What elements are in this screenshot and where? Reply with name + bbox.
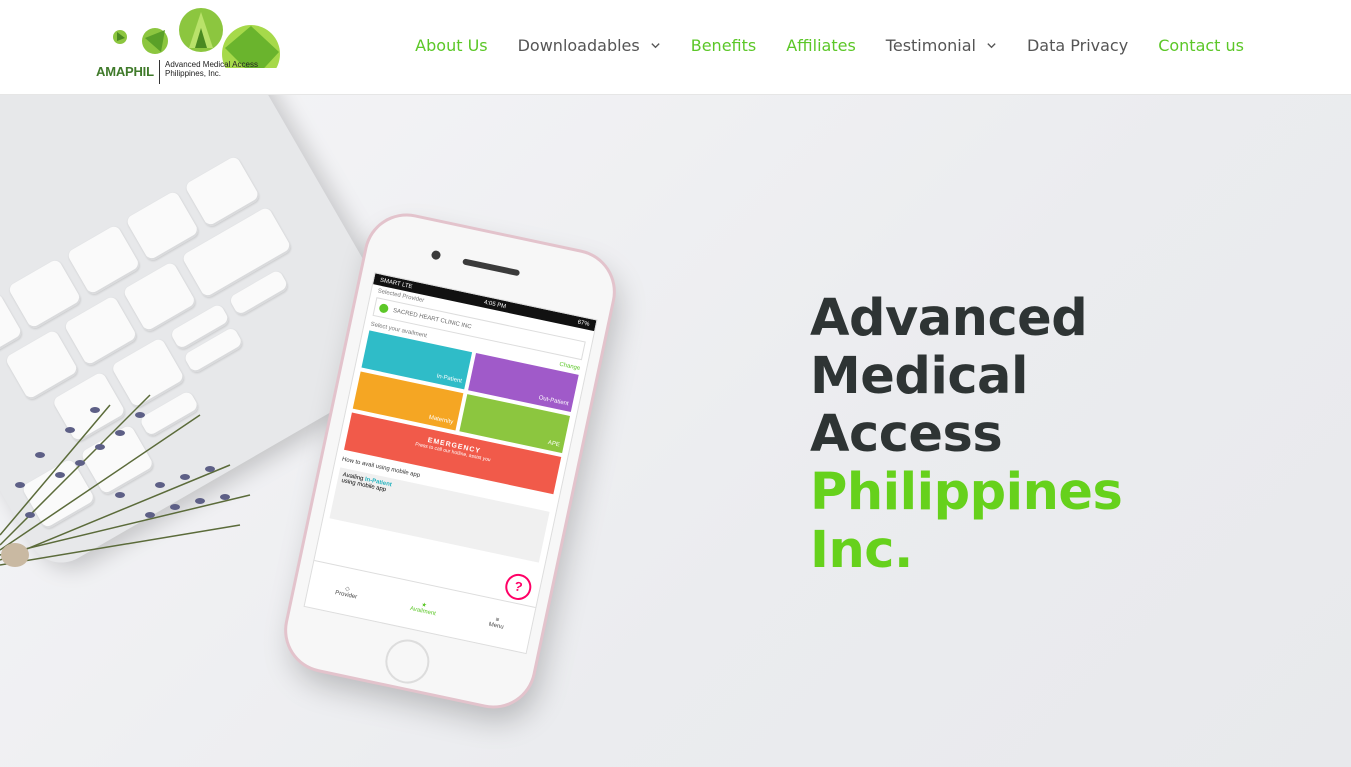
logo-brand-text: AMAPHIL	[96, 64, 154, 79]
logo-line-2: Philippines, Inc.	[165, 69, 222, 78]
main-nav: About Us Downloadables Benefits Affiliat…	[385, 36, 1244, 55]
nav-affiliates[interactable]: Affiliates	[786, 36, 856, 55]
battery-text: 67%	[577, 319, 591, 328]
hero-title-line: Access	[810, 405, 1003, 464]
tab-menu: ≡ Menu	[488, 617, 505, 631]
hero-title-accent-line: Philippines	[810, 463, 1123, 522]
phone-speaker	[462, 258, 521, 277]
chevron-down-icon	[987, 43, 996, 49]
chevron-down-icon	[651, 43, 660, 49]
hero-title: Advanced Medical Access Philippines Inc.	[810, 290, 1230, 580]
nav-contact-us[interactable]: Contact us	[1158, 36, 1244, 55]
hero-title-accent-line: Inc.	[810, 521, 913, 580]
logo-circles-icon	[113, 8, 280, 68]
phone-camera	[430, 249, 442, 261]
nav-benefits[interactable]: Benefits	[691, 36, 757, 55]
logo-line-1: Advanced Medical Access	[165, 60, 258, 69]
phone-tab-bar: ◇ Provider ★ Availment ≡ Menu	[304, 559, 536, 653]
logo-divider	[159, 60, 160, 84]
hero-banner: SMART LTE 4:05 PM 67% Selected Provider …	[0, 95, 1351, 767]
nav-testimonial[interactable]: Testimonial	[886, 36, 997, 55]
amaphil-logo[interactable]: AMAPHIL Advanced Medical Access Philippi…	[95, 8, 285, 86]
lavender-decoration	[0, 394, 251, 567]
help-icon: ?	[502, 571, 534, 603]
nav-about-us[interactable]: About Us	[415, 36, 487, 55]
hero-title-line: Medical	[810, 347, 1028, 406]
hero-title-line: Advanced	[810, 289, 1088, 348]
tab-availment: ★ Availment	[409, 601, 437, 617]
nav-downloadables[interactable]: Downloadables	[518, 36, 661, 55]
nav-data-privacy[interactable]: Data Privacy	[1027, 36, 1128, 55]
tab-provider: ◇ Provider	[334, 585, 358, 601]
site-header: AMAPHIL Advanced Medical Access Philippi…	[0, 0, 1351, 95]
phone-home-button	[381, 635, 434, 688]
check-icon	[378, 303, 390, 314]
